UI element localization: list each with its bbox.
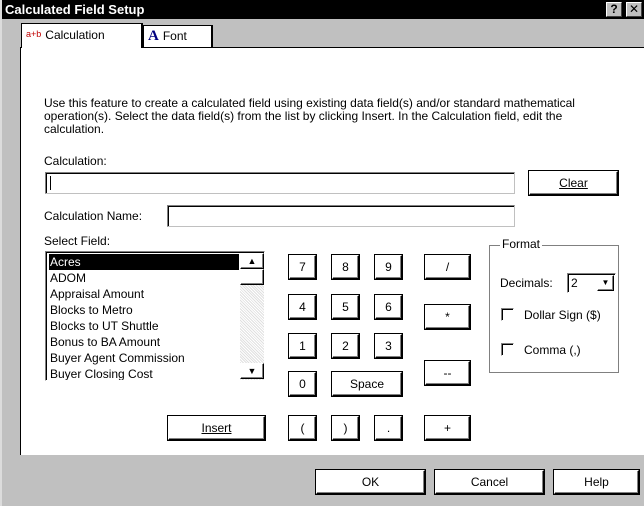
key-space-label: Space bbox=[349, 377, 385, 391]
list-item[interactable]: Bonus to BA Amount bbox=[49, 334, 239, 350]
calculation-name-label: Calculation Name: bbox=[44, 209, 143, 223]
list-item[interactable]: Appraisal Amount bbox=[49, 286, 239, 302]
cancel-button[interactable]: Cancel bbox=[435, 470, 544, 494]
list-item[interactable]: Blocks to UT Shuttle bbox=[49, 318, 239, 334]
decimals-label: Decimals: bbox=[500, 276, 553, 290]
list-item[interactable]: Acres bbox=[49, 254, 239, 270]
dollar-sign-label: Dollar Sign ($) bbox=[524, 308, 601, 322]
key-3[interactable]: 3 bbox=[375, 334, 402, 358]
key-2[interactable]: 2 bbox=[332, 334, 359, 358]
clear-button-label: Clear bbox=[559, 176, 588, 190]
key-8-label: 8 bbox=[342, 260, 349, 274]
key-1[interactable]: 1 bbox=[289, 334, 316, 358]
help-title-button[interactable]: ? bbox=[606, 2, 622, 17]
dollar-sign-checkbox[interactable] bbox=[501, 308, 514, 321]
list-item[interactable]: Blocks to Metro bbox=[49, 302, 239, 318]
scroll-up-arrow-icon: ▲ bbox=[247, 256, 257, 266]
calculation-name-input[interactable] bbox=[167, 205, 515, 227]
key-4-label: 4 bbox=[299, 300, 306, 314]
comma-label: Comma (,) bbox=[524, 343, 581, 357]
scroll-down-button[interactable]: ▼ bbox=[240, 363, 264, 379]
help-button-label: Help bbox=[584, 475, 609, 489]
list-item[interactable]: Buyer Agent Commission bbox=[49, 350, 239, 366]
font-tab-icon: A bbox=[148, 28, 159, 44]
key-9-label: 9 bbox=[385, 260, 392, 274]
clear-button[interactable]: Clear bbox=[529, 171, 618, 195]
insert-button[interactable]: Insert bbox=[168, 416, 265, 440]
list-item[interactable]: ADOM bbox=[49, 270, 239, 286]
key-0[interactable]: 0 bbox=[289, 372, 316, 396]
list-item[interactable]: Buyer Closing Cost bbox=[49, 366, 239, 380]
select-field-label: Select Field: bbox=[44, 234, 111, 248]
key-divide[interactable]: / bbox=[425, 255, 470, 279]
help-button[interactable]: Help bbox=[554, 470, 639, 494]
calculation-tab-icon: a+b bbox=[26, 29, 42, 39]
key-minus[interactable]: -- bbox=[425, 361, 470, 385]
key-multiply-label: * bbox=[445, 310, 450, 324]
question-mark-icon: ? bbox=[610, 2, 618, 16]
key-5[interactable]: 5 bbox=[332, 295, 359, 319]
key-open-paren[interactable]: ( bbox=[289, 416, 316, 440]
key-2-label: 2 bbox=[342, 339, 349, 353]
tab-font-label: Font bbox=[162, 29, 187, 43]
chevron-down-icon[interactable]: ▼ bbox=[597, 275, 614, 291]
key-0-label: 0 bbox=[299, 377, 306, 391]
key-7[interactable]: 7 bbox=[289, 255, 316, 279]
calculation-label: Calculation: bbox=[44, 154, 107, 168]
key-minus-label: -- bbox=[443, 366, 452, 380]
close-icon: ✕ bbox=[628, 2, 640, 16]
instructions-text: Use this feature to create a calculated … bbox=[44, 96, 575, 136]
key-divide-label: / bbox=[445, 260, 450, 274]
ok-button-label: OK bbox=[361, 475, 380, 489]
tab-font[interactable]: A Font bbox=[143, 25, 213, 48]
insert-button-label: Insert bbox=[201, 421, 232, 435]
format-group-caption: Format bbox=[500, 237, 543, 251]
key-9[interactable]: 9 bbox=[375, 255, 402, 279]
key-8[interactable]: 8 bbox=[332, 255, 359, 279]
comma-text: Comma (,) bbox=[524, 343, 581, 357]
cancel-button-label: Cancel bbox=[470, 475, 509, 489]
close-title-button[interactable]: ✕ bbox=[626, 2, 642, 17]
calculation-input[interactable] bbox=[45, 172, 515, 194]
key-5-label: 5 bbox=[342, 300, 349, 314]
key-close-paren[interactable]: ) bbox=[332, 416, 359, 440]
text-caret bbox=[50, 176, 51, 190]
ok-button[interactable]: OK bbox=[316, 470, 425, 494]
dialog-window: Calculated Field Setup ? ✕ a+b Calculatio… bbox=[0, 0, 644, 506]
tab-calculation-label: Calculation bbox=[45, 28, 105, 42]
field-listbox[interactable]: Acres ADOM Appraisal Amount Blocks to Me… bbox=[45, 251, 265, 381]
dialog-title: Calculated Field Setup bbox=[5, 2, 145, 17]
key-4[interactable]: 4 bbox=[289, 295, 316, 319]
key-3-label: 3 bbox=[385, 339, 392, 353]
key-dot-label: . bbox=[386, 421, 391, 435]
scroll-down-arrow-icon: ▼ bbox=[247, 366, 257, 376]
title-bar: Calculated Field Setup bbox=[2, 0, 644, 19]
key-1-label: 1 bbox=[299, 339, 306, 353]
key-multiply[interactable]: * bbox=[425, 305, 470, 329]
decimals-value: 2 bbox=[571, 276, 578, 290]
key-7-label: 7 bbox=[299, 260, 306, 274]
comma-checkbox[interactable] bbox=[501, 343, 514, 356]
key-6-label: 6 bbox=[385, 300, 392, 314]
key-plus[interactable]: + bbox=[425, 416, 470, 440]
key-close-paren-label: ) bbox=[343, 421, 348, 435]
decimals-select[interactable]: 2 ▼ bbox=[567, 273, 616, 293]
scroll-up-button[interactable]: ▲ bbox=[240, 253, 264, 269]
list-scrollbar[interactable]: ▲ ▼ bbox=[240, 253, 264, 380]
tab-calculation[interactable]: a+b Calculation bbox=[21, 23, 143, 48]
key-6[interactable]: 6 bbox=[375, 295, 402, 319]
key-dot[interactable]: . bbox=[375, 416, 402, 440]
key-plus-label: + bbox=[443, 421, 451, 435]
scroll-thumb[interactable] bbox=[240, 269, 264, 285]
dollar-sign-text: Dollar Sign ($) bbox=[524, 308, 601, 322]
key-open-paren-label: ( bbox=[300, 421, 305, 435]
key-space[interactable]: Space bbox=[332, 372, 402, 396]
